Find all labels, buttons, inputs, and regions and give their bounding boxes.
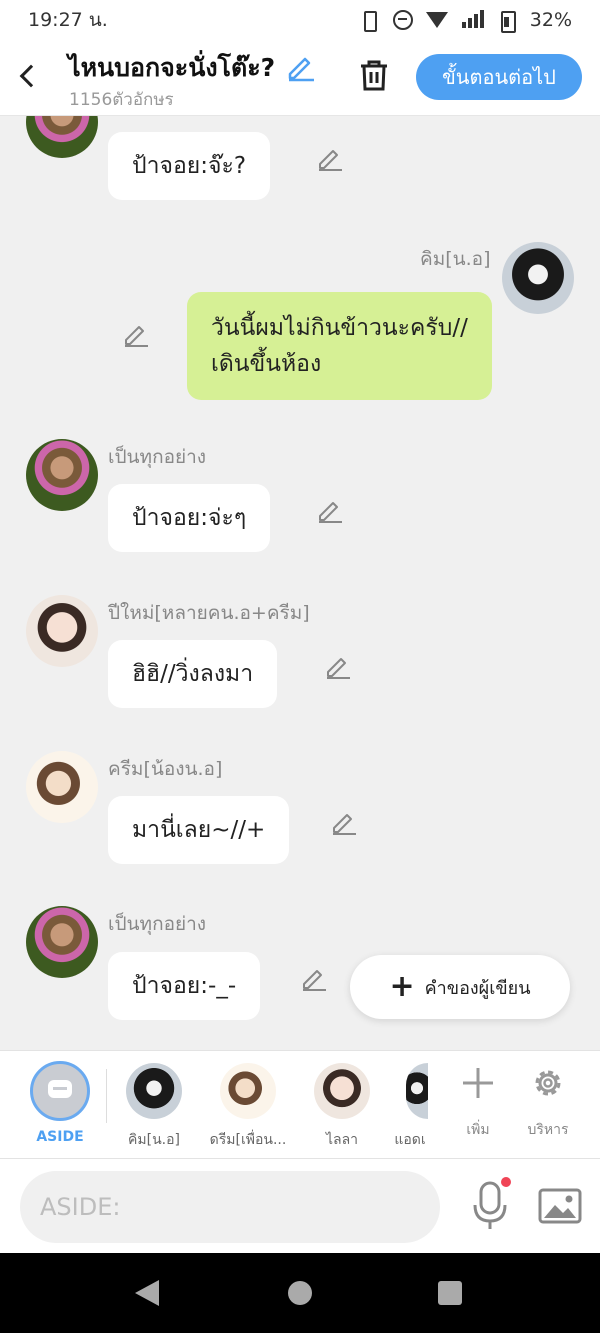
status-time: 19:27 น. bbox=[28, 9, 108, 31]
add-label[interactable]: เพิ่ม bbox=[448, 1119, 508, 1141]
character-bar: ASIDE คิม[น.อ] ดรีม[เพื่อน... ไลลา แอดเ … bbox=[0, 1050, 600, 1158]
avatar[interactable] bbox=[26, 439, 98, 511]
message-bubble[interactable]: วันนี้ผมไม่กินข้าวนะครับ//เดินขึ้นห้อง bbox=[187, 292, 492, 400]
sender-name: ปีใหม่[หลายคน.อ+ครีม] bbox=[108, 602, 310, 624]
next-step-button[interactable]: ขั้นตอนต่อไป bbox=[416, 54, 582, 100]
chat-area[interactable]: ป้าจอย:จ๊ะ? คิม[น.อ] วันนี้ผมไม่กินข้าวน… bbox=[0, 116, 600, 1050]
sender-name: เป็นทุกอย่าง bbox=[108, 446, 207, 468]
character-count: 1156ตัวอักษร bbox=[69, 90, 174, 110]
trash-icon[interactable] bbox=[356, 57, 392, 93]
image-icon[interactable] bbox=[538, 1186, 582, 1226]
aside-label[interactable]: ASIDE bbox=[30, 1129, 90, 1145]
input-bar bbox=[0, 1158, 600, 1253]
notification-dot bbox=[501, 1177, 511, 1187]
avatar[interactable] bbox=[502, 242, 574, 314]
character-name[interactable]: แอดเ bbox=[392, 1129, 428, 1151]
aside-chat-icon[interactable] bbox=[30, 1061, 90, 1121]
author-note-label: คำของผู้เขียน bbox=[424, 977, 531, 999]
do-not-disturb-icon bbox=[392, 9, 414, 31]
edit-message-icon[interactable] bbox=[324, 652, 352, 680]
nav-home-icon[interactable] bbox=[288, 1281, 312, 1305]
edit-message-icon[interactable] bbox=[316, 496, 344, 524]
character-avatar-dream[interactable] bbox=[220, 1063, 276, 1119]
character-avatar-partial[interactable] bbox=[406, 1063, 428, 1119]
microphone-icon[interactable] bbox=[470, 1181, 510, 1231]
character-avatar-laila[interactable] bbox=[314, 1063, 370, 1119]
nav-back-icon[interactable] bbox=[135, 1280, 159, 1306]
avatar[interactable] bbox=[26, 595, 98, 667]
back-arrow-icon[interactable] bbox=[14, 58, 44, 94]
wifi-icon bbox=[425, 9, 448, 31]
author-note-button[interactable]: + คำของผู้เขียน bbox=[350, 955, 570, 1019]
edit-message-icon[interactable] bbox=[330, 808, 358, 836]
add-character-icon[interactable] bbox=[460, 1065, 496, 1101]
sender-name: เป็นทุกอย่าง bbox=[108, 913, 207, 935]
edit-message-icon[interactable] bbox=[300, 964, 328, 992]
divider bbox=[106, 1069, 107, 1123]
manage-label[interactable]: บริหาร bbox=[518, 1119, 578, 1141]
character-name[interactable]: ไลลา bbox=[302, 1129, 382, 1151]
character-avatar-kim[interactable] bbox=[126, 1063, 182, 1119]
edit-message-icon[interactable] bbox=[122, 320, 150, 348]
edit-message-icon[interactable] bbox=[316, 144, 344, 172]
navigation-bar bbox=[0, 1253, 600, 1333]
character-name[interactable]: ดรีม[เพื่อน... bbox=[208, 1129, 288, 1151]
nav-recents-icon[interactable] bbox=[438, 1281, 462, 1305]
avatar[interactable] bbox=[26, 116, 98, 158]
status-icons: 32% bbox=[358, 9, 572, 33]
gear-icon[interactable] bbox=[530, 1065, 566, 1101]
status-bar: 19:27 น. 32% bbox=[0, 0, 600, 40]
story-title[interactable]: ไหนบอกจะนั่งโต๊ะ? bbox=[68, 48, 275, 88]
message-bubble[interactable]: มานี่เลย~//+ bbox=[108, 796, 290, 864]
battery-icon bbox=[496, 9, 518, 33]
plus-icon: + bbox=[389, 969, 415, 1004]
avatar[interactable] bbox=[26, 906, 98, 978]
message-bubble[interactable]: ฮิฮิ//วิ่งลงมา bbox=[108, 640, 278, 708]
avatar[interactable] bbox=[26, 751, 98, 823]
message-bubble[interactable]: ป้าจอย:-_- bbox=[108, 952, 261, 1020]
character-name[interactable]: คิม[น.อ] bbox=[114, 1129, 194, 1151]
signal-icon bbox=[460, 9, 484, 31]
sender-name: คิม[น.อ] bbox=[420, 248, 491, 270]
story-header: ไหนบอกจะนั่งโต๊ะ? 1156ตัวอักษร ขั้นตอนต่… bbox=[0, 40, 600, 116]
message-bubble[interactable]: ป้าจอย:จ๊ะ? bbox=[108, 132, 271, 200]
message-input[interactable] bbox=[20, 1171, 440, 1243]
vibrate-icon bbox=[358, 9, 380, 32]
edit-title-icon[interactable] bbox=[286, 52, 316, 82]
battery-percent: 32% bbox=[529, 9, 572, 31]
message-bubble[interactable]: ป้าจอย:จ่ะๆ bbox=[108, 484, 271, 552]
sender-name: ครีม[น้องน.อ] bbox=[108, 758, 223, 780]
